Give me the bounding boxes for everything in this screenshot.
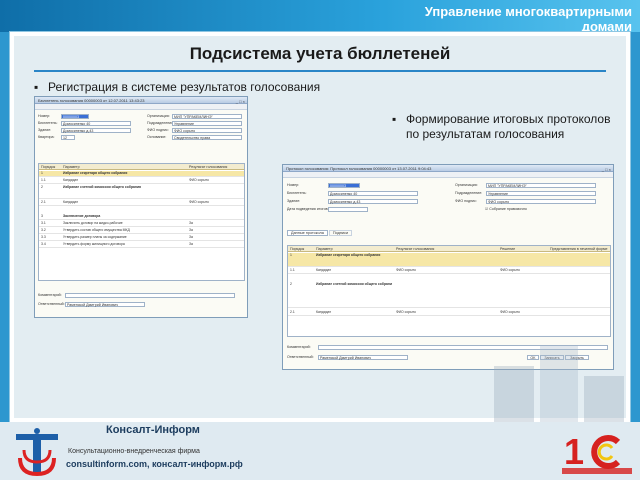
table-row[interactable]: 3 Заключение договора: [39, 214, 244, 220]
website-link[interactable]: consultinform.com, консалт-информ.рф: [66, 459, 296, 469]
ballot-window-title: Бюллетень голосования 00000003 от 12.07.…: [38, 98, 145, 103]
title-divider: [34, 70, 606, 72]
ballot-person-input[interactable]: ФИО сорыто: [172, 128, 242, 133]
ballot-field-building: Здание: Домосипенко д.43: [38, 128, 131, 133]
ballot-field-number: Номер: 00000003: [38, 114, 89, 119]
table-row[interactable]: 1 Избрание секретаря общего собрания: [288, 253, 610, 267]
bullet-protocols-text: Формирование итоговых протоколов по резу…: [406, 112, 611, 141]
page-header-title: Управление многоквартирными домами: [424, 4, 632, 34]
protocol-window-toolbar: [283, 172, 613, 178]
window-controls-icon[interactable]: _ □ ×: [602, 166, 611, 173]
protocol-field-building: Здание: Домосипенко д.43: [287, 199, 418, 204]
protocol-field-org: Организация: МИП "УПРАКЕМЛИНЭ": [455, 183, 596, 188]
slide-title: Подсистема учета бюллетеней: [189, 44, 451, 63]
protocol-window-titlebar[interactable]: Протокол голосования: Протокол голосован…: [283, 165, 613, 172]
ballot-field-bulletin: Бюллетень: Домосипенко 40: [38, 121, 131, 126]
bullet-icon: ▪: [34, 80, 39, 94]
window-controls-icon[interactable]: _ □ ×: [236, 98, 245, 105]
ballot-field-basis: Основание: Свидетельство права: [147, 135, 242, 140]
protocol-window-title: Протокол голосования: Протокол голосован…: [286, 166, 432, 171]
table-row[interactable]: 3.4 Утвердить форму жилищного договора За: [39, 242, 244, 248]
ballot-building-input[interactable]: Домосипенко д.43: [61, 128, 131, 133]
checkbox-icon[interactable]: ☑: [485, 207, 488, 211]
protocol-org-input[interactable]: МИП "УПРАКЕМЛИНЭ": [486, 183, 596, 188]
tab-signatures[interactable]: Подписи: [328, 230, 353, 236]
protocol-person-input[interactable]: ФИО сорыто: [486, 199, 596, 204]
protocol-date-input[interactable]: [328, 207, 368, 212]
ballot-field-org: Организация: МИП "УПРАКЕМЛИНЭ": [147, 114, 242, 119]
ballot-comment-input[interactable]: [65, 293, 235, 298]
protocol-field-division: Подразделение: Управление: [455, 191, 596, 196]
table-row[interactable]: 2 Избрание счетной комиссии общего собран…: [288, 282, 610, 308]
ballot-responsible-row: Ответственный: Раменской Дмитрий Иванови…: [38, 302, 145, 307]
protocol-responsible-row: Ответственный: Раменской Дмитрий Иванови…: [287, 355, 408, 360]
table-row[interactable]: 1.1 Кандидат ФИО сорыто: [39, 178, 244, 184]
bullet-icon: ▪: [392, 112, 397, 126]
protocol-building-input[interactable]: Домосипенко д.43: [328, 199, 418, 204]
slide-panel: Подсистема учета бюллетеней ▪ Регистраци…: [10, 32, 630, 456]
table-row[interactable]: 3.1 Заключить договор на жидко-рабочие За: [39, 221, 244, 227]
ballot-org-input[interactable]: МИП "УПРАКЕМЛИНЭ": [172, 114, 242, 119]
brand-name: Консалт-Информ: [106, 424, 200, 436]
table-row[interactable]: 3.3 Утвердить размер платы за содержание З…: [39, 235, 244, 241]
bullet-registration-text: Регистрация в системе результатов голосо…: [48, 80, 321, 94]
protocol-division-input[interactable]: Управление: [486, 191, 596, 196]
ballot-field-flat: Квартира: 12: [38, 135, 75, 140]
protocol-responsible-input[interactable]: Раменской Дмитрий Иванович: [318, 355, 408, 360]
ballot-window-toolbar: [35, 104, 247, 110]
ballot-comment-row: Комментарий:: [38, 293, 235, 298]
ballot-flat-input[interactable]: 12: [61, 135, 75, 140]
ballot-window[interactable]: Бюллетень голосования 00000003 от 12.07.…: [34, 96, 248, 318]
ballot-responsible-input[interactable]: Раменской Дмитрий Иванович: [65, 302, 145, 307]
protocol-table: Порядок Параметр Результат голосования Р…: [287, 245, 611, 337]
protocol-number-input[interactable]: 00000003: [328, 183, 360, 188]
company-description: Консультационно-внедренческая фирма: [68, 448, 200, 455]
table-row[interactable]: 2 Избрание счетной комиссии общего собран…: [39, 185, 244, 199]
ballot-table: Порядок Параметр Результат голосования 1…: [38, 163, 245, 281]
protocol-tabs: Данные протокола Подписи: [287, 230, 353, 237]
ballot-field-person: ФИО подпис: ФИО сорыто: [147, 128, 242, 133]
ballot-division-input[interactable]: Управление: [172, 121, 242, 126]
consult-inform-logo-icon: [16, 428, 58, 477]
ballot-bulletin-input[interactable]: Домосипенко 40: [61, 121, 131, 126]
ballot-basis-input[interactable]: Свидетельство права: [172, 135, 242, 140]
protocol-field-date: Дата подведения итогов:: [287, 207, 368, 212]
protocol-field-number: Номер: 00000003: [287, 183, 360, 188]
protocol-quorum-checkbox[interactable]: ☑ Собрание правомочно: [485, 207, 527, 212]
table-row[interactable]: 1.1 Кандидат ФИО сорыто ФИО сорыто: [288, 268, 610, 274]
svg-text:1: 1: [564, 431, 584, 472]
tab-protocol-data[interactable]: Данные протокола: [287, 230, 328, 236]
1c-franchise-logo-icon: 1: [562, 431, 632, 474]
ballot-window-titlebar[interactable]: Бюллетень голосования 00000003 от 12.07.…: [35, 97, 247, 104]
table-row[interactable]: 2.1 Кандидат ФИО сорыто: [39, 200, 244, 206]
protocol-table-header: Порядок Параметр Результат голосования Р…: [288, 246, 610, 252]
table-row[interactable]: 2.1 Кандидат ФИО сорыто ФИО сорыто: [288, 310, 610, 316]
footer: Консалт-Информ Консультационно-внедренче…: [0, 422, 640, 480]
protocol-field-bulletin: Бюллетень: Домосипенко 40: [287, 191, 418, 196]
protocol-field-person: ФИО подпис: ФИО сорыто: [455, 199, 596, 204]
table-row[interactable]: 1 Избрание секретаря общего собрания: [39, 171, 244, 177]
ballot-table-header: Порядок Параметр Результат голосования: [39, 164, 244, 170]
ballot-field-division: Подразделение: Управление: [147, 121, 242, 126]
bullet-protocols: ▪ Формирование итоговых протоколов по ре…: [392, 112, 612, 142]
ballot-number-input[interactable]: 00000003: [61, 114, 89, 119]
table-row[interactable]: 3.2 Утвердить состав общего имущества МКД…: [39, 228, 244, 234]
protocol-bulletin-input[interactable]: Домосипенко 40: [328, 191, 418, 196]
bullet-registration: ▪ Регистрация в системе результатов голо…: [34, 80, 414, 95]
